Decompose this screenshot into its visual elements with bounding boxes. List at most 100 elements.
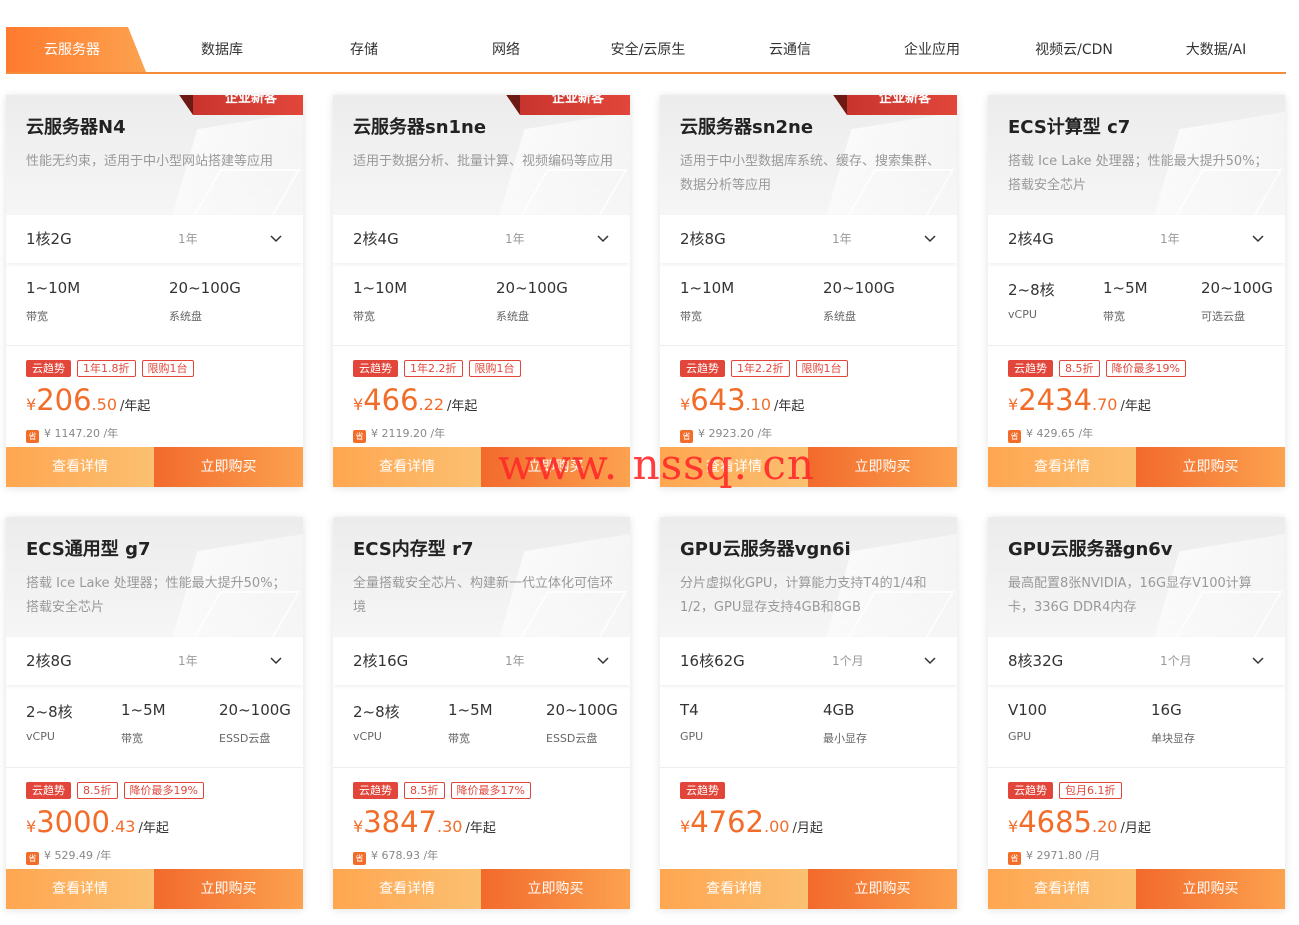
promo-tag: 限购1台 xyxy=(141,360,194,377)
config-dropdown[interactable]: 2核4G 1年 xyxy=(988,215,1285,263)
view-details-button[interactable]: 查看详情 xyxy=(660,869,808,909)
tab-video-cdn[interactable]: 视频云/CDN xyxy=(1004,27,1144,72)
buy-now-button[interactable]: 立即购买 xyxy=(481,869,630,909)
price-integer: 4762 xyxy=(690,805,764,839)
price-unit: /年起 xyxy=(774,399,805,414)
buy-now-button[interactable]: 立即购买 xyxy=(1136,447,1285,487)
product-card: ECS计算型 c7 搭载 Ice Lake 处理器；性能最大提升50%；搭载安全芯… xyxy=(988,95,1285,487)
card-header: ECS内存型 r7 全量搭载安全芯片、构建新一代立体化可信环境 xyxy=(333,517,630,639)
tab-cloud-server[interactable]: 云服务器 xyxy=(6,27,146,72)
config-dropdown[interactable]: 2核4G 1年 xyxy=(333,215,630,263)
buy-now-button[interactable]: 立即购买 xyxy=(154,869,303,909)
view-details-button[interactable]: 查看详情 xyxy=(988,447,1136,487)
original-price: 省 ¥ 2119.20 /年 xyxy=(353,425,445,443)
tab-label: 视频云/CDN xyxy=(1035,42,1113,58)
promo-tag: 1年1.8折 xyxy=(77,360,136,377)
price-integer: 3000 xyxy=(36,805,110,839)
product-title: ECS内存型 r7 xyxy=(353,539,474,560)
tab-storage[interactable]: 存储 xyxy=(294,27,434,72)
chevron-down-icon xyxy=(596,231,610,245)
price: ¥466.22/年起 xyxy=(353,383,477,417)
config-duration: 1年 xyxy=(178,654,198,668)
config-spec: 2核16G xyxy=(353,652,409,670)
buy-now-button[interactable]: 立即购买 xyxy=(154,447,303,487)
product-description: 搭载 Ice Lake 处理器；性能最大提升50%；搭载安全芯片 xyxy=(1008,154,1268,193)
trend-tag: 云趋势 xyxy=(680,782,725,799)
product-card: ECS通用型 g7 搭载 Ice Lake 处理器；性能最大提升50%；搭载安全芯… xyxy=(6,517,303,909)
card-actions: 查看详情 立即购买 xyxy=(988,447,1285,487)
config-dropdown[interactable]: 2核8G 1年 xyxy=(6,637,303,685)
param-value: 20~100G xyxy=(219,701,291,719)
trend-tag: 云趋势 xyxy=(1008,360,1053,377)
spec-params: V100 GPU 16G 单块显存 xyxy=(988,685,1285,768)
card-header: ECS计算型 c7 搭载 Ice Lake 处理器；性能最大提升50%；搭载安全芯… xyxy=(988,95,1285,217)
tab-label: 大数据/AI xyxy=(1185,42,1247,58)
view-details-button[interactable]: 查看详情 xyxy=(333,869,481,909)
tab-enterprise-app[interactable]: 企业应用 xyxy=(862,27,1002,72)
buy-now-button[interactable]: 立即购买 xyxy=(1136,869,1285,909)
original-price-value: ¥ 2119.20 /年 xyxy=(371,427,446,440)
promo-tag: 1年2.2折 xyxy=(731,360,790,377)
trend-tag: 云趋势 xyxy=(26,360,71,377)
param-label: vCPU xyxy=(353,730,382,743)
param-value: 1~10M xyxy=(26,279,81,297)
tab-bigdata-ai[interactable]: 大数据/AI xyxy=(1146,27,1286,72)
price-integer: 4685 xyxy=(1018,805,1092,839)
config-dropdown[interactable]: 16核62G 1个月 xyxy=(660,637,957,685)
product-description: 搭载 Ice Lake 处理器；性能最大提升50%；搭载安全芯片 xyxy=(26,576,286,615)
param-value: 20~100G xyxy=(496,279,568,297)
param-label: 带宽 xyxy=(121,732,143,745)
config-dropdown[interactable]: 8核32G 1个月 xyxy=(988,637,1285,685)
view-details-button[interactable]: 查看详情 xyxy=(988,869,1136,909)
view-details-button[interactable]: 查看详情 xyxy=(660,447,808,487)
tab-security[interactable]: 安全/云原生 xyxy=(578,27,718,72)
param-label: 系统盘 xyxy=(823,310,856,323)
promo-tags: 云趋势 8.5折 降价最多19% xyxy=(26,782,210,799)
price-unit: /月起 xyxy=(1120,821,1151,836)
param-label: 带宽 xyxy=(448,732,470,745)
price-decimal: .43 xyxy=(110,817,136,836)
card-header: 企业新客 云服务器N4 性能无约束，适用于中小型网站搭建等应用 xyxy=(6,95,303,217)
buy-now-button[interactable]: 立即购买 xyxy=(481,447,630,487)
card-actions: 查看详情 立即购买 xyxy=(660,869,957,909)
view-details-button[interactable]: 查看详情 xyxy=(333,447,481,487)
param-label: ESSD云盘 xyxy=(219,732,271,745)
product-title: ECS通用型 g7 xyxy=(26,539,151,560)
price-unit: /月起 xyxy=(792,821,823,836)
original-price-value: ¥ 529.49 /年 xyxy=(44,849,112,862)
config-dropdown[interactable]: 1核2G 1年 xyxy=(6,215,303,263)
param-label: 带宽 xyxy=(26,310,48,323)
promo-tag: 限购1台 xyxy=(795,360,848,377)
price-integer: 643 xyxy=(690,383,746,417)
price-decimal: .20 xyxy=(1092,817,1118,836)
promo-tag: 包月6.1折 xyxy=(1059,782,1122,799)
price-unit: /年起 xyxy=(465,821,496,836)
spec-params: 2~8核 vCPU 1~5M 带宽 20~100G ESSD云盘 xyxy=(333,685,630,768)
view-details-button[interactable]: 查看详情 xyxy=(6,869,154,909)
original-price: 省 ¥ 2971.80 /月 xyxy=(1008,847,1100,865)
config-spec: 2核8G xyxy=(680,230,726,248)
card-actions: 查看详情 立即购买 xyxy=(333,447,630,487)
product-card: GPU云服务器gn6v 最高配置8张NVIDIA，16G显存V100计算卡，336… xyxy=(988,517,1285,909)
product-description: 适用于中小型数据库系统、缓存、搜索集群、数据分析等应用 xyxy=(680,154,941,193)
trend-tag: 云趋势 xyxy=(353,782,398,799)
buy-now-button[interactable]: 立即购买 xyxy=(808,869,957,909)
tab-communication[interactable]: 云通信 xyxy=(720,27,860,72)
param-value: T4 xyxy=(680,701,699,719)
currency-symbol: ¥ xyxy=(353,817,364,836)
view-details-button[interactable]: 查看详情 xyxy=(6,447,154,487)
buy-now-button[interactable]: 立即购买 xyxy=(808,447,957,487)
config-dropdown[interactable]: 2核16G 1年 xyxy=(333,637,630,685)
trend-tag: 云趋势 xyxy=(353,360,398,377)
config-dropdown[interactable]: 2核8G 1年 xyxy=(660,215,957,263)
param-label: 系统盘 xyxy=(496,310,529,323)
price: ¥3847.30/年起 xyxy=(353,805,496,839)
price: ¥206.50/年起 xyxy=(26,383,150,417)
promo-tag: 降价最多19% xyxy=(1105,360,1186,377)
card-header: 企业新客 云服务器sn2ne 适用于中小型数据库系统、缓存、搜索集群、数据分析等应用 xyxy=(660,95,957,217)
config-spec: 1核2G xyxy=(26,230,72,248)
product-description: 最高配置8张NVIDIA，16G显存V100计算卡，336G DDR4内存 xyxy=(1008,576,1252,615)
tab-network[interactable]: 网络 xyxy=(436,27,576,72)
spec-params: 1~10M 带宽 20~100G 系统盘 xyxy=(660,263,957,346)
tab-database[interactable]: 数据库 xyxy=(152,27,292,72)
